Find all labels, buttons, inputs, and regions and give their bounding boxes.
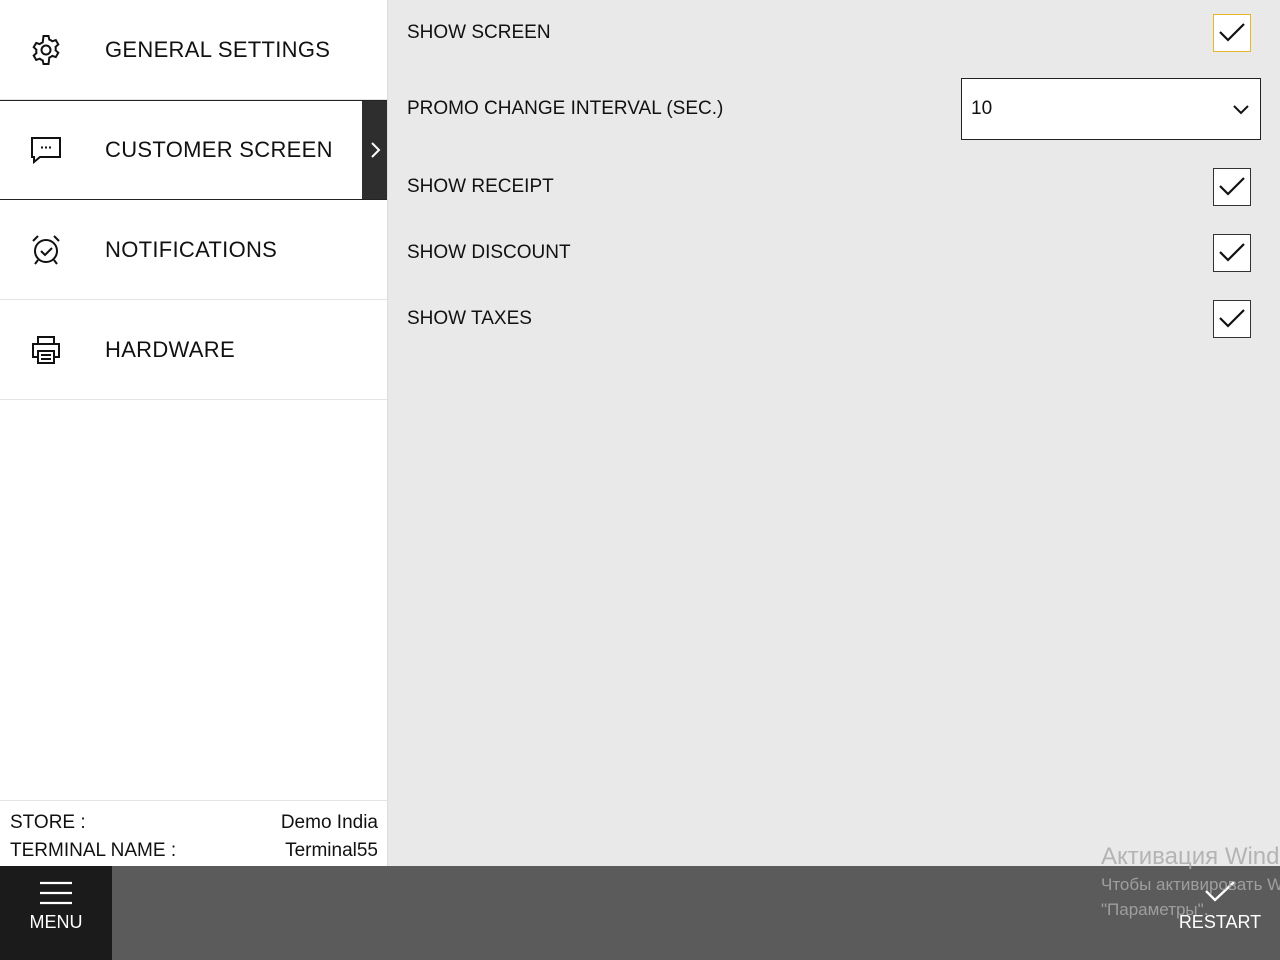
sidebar: GENERAL SETTINGS CUSTOMER SCREEN NOTIFIC… xyxy=(0,0,388,866)
setting-promo-interval: PROMO CHANGE INTERVAL (SEC.) 10 xyxy=(407,78,1261,140)
hamburger-icon xyxy=(40,881,72,905)
restart-label: RESTART xyxy=(1178,912,1262,932)
chevron-right-icon xyxy=(370,142,380,158)
sidebar-item-hardware[interactable]: HARDWARE xyxy=(0,300,387,400)
terminal-label: TERMINAL NAME : xyxy=(10,840,177,861)
sidebar-item-notifications[interactable]: NOTIFICATIONS xyxy=(0,200,387,300)
sidebar-item-customer-screen[interactable]: CUSTOMER SCREEN xyxy=(0,100,387,200)
setting-show-taxes: SHOW TAXES xyxy=(407,300,1261,338)
bottom-bar: MENU RESTART xyxy=(0,866,1280,960)
sidebar-item-label: NOTIFICATIONS xyxy=(105,236,278,262)
checkmark-icon xyxy=(1219,243,1245,262)
store-info: STORE : Demo India TERMINAL NAME : Termi… xyxy=(0,800,388,866)
checkmark-icon xyxy=(1205,881,1235,902)
menu-button[interactable]: MENU xyxy=(0,866,112,960)
setting-label: SHOW DISCOUNT xyxy=(407,242,571,263)
setting-show-screen: SHOW SCREEN xyxy=(407,14,1261,52)
sidebar-item-label: CUSTOMER SCREEN xyxy=(105,137,333,162)
setting-label: PROMO CHANGE INTERVAL (SEC.) xyxy=(407,98,724,119)
setting-label: SHOW TAXES xyxy=(407,308,532,329)
active-marker xyxy=(362,101,387,199)
setting-label: SHOW RECEIPT xyxy=(407,176,554,197)
checkmark-icon xyxy=(1219,177,1245,196)
sidebar-item-label: GENERAL SETTINGS xyxy=(105,36,331,62)
setting-show-discount: SHOW DISCOUNT xyxy=(407,234,1261,272)
printer-icon xyxy=(28,332,64,368)
message-icon xyxy=(28,132,64,168)
terminal-value: Terminal55 xyxy=(285,840,378,861)
promo-interval-value: 10 xyxy=(971,98,993,119)
setting-label: SHOW SCREEN xyxy=(407,22,551,43)
sidebar-item-general-settings[interactable]: GENERAL SETTINGS xyxy=(0,0,387,100)
promo-interval-select[interactable]: 10 xyxy=(961,78,1261,140)
show-screen-checkbox[interactable] xyxy=(1213,14,1251,52)
alarm-clock-icon xyxy=(28,232,64,268)
menu-label: MENU xyxy=(29,912,83,932)
setting-show-receipt: SHOW RECEIPT xyxy=(407,168,1261,206)
sidebar-item-label: HARDWARE xyxy=(105,336,235,362)
show-taxes-checkbox[interactable] xyxy=(1213,300,1251,338)
terminal-row: TERMINAL NAME : Terminal55 xyxy=(10,837,378,865)
restart-button[interactable]: RESTART xyxy=(1160,866,1280,960)
store-value: Demo India xyxy=(280,812,378,833)
gear-icon xyxy=(28,32,64,68)
checkmark-icon xyxy=(1219,309,1245,328)
store-row: STORE : Demo India xyxy=(10,809,378,837)
show-discount-checkbox[interactable] xyxy=(1213,234,1251,272)
store-label: STORE : xyxy=(10,812,86,833)
settings-panel: SHOW SCREEN PROMO CHANGE INTERVAL (SEC.)… xyxy=(388,0,1280,866)
show-receipt-checkbox[interactable] xyxy=(1213,168,1251,206)
chevron-down-icon xyxy=(1233,105,1249,115)
checkmark-icon xyxy=(1219,23,1245,42)
